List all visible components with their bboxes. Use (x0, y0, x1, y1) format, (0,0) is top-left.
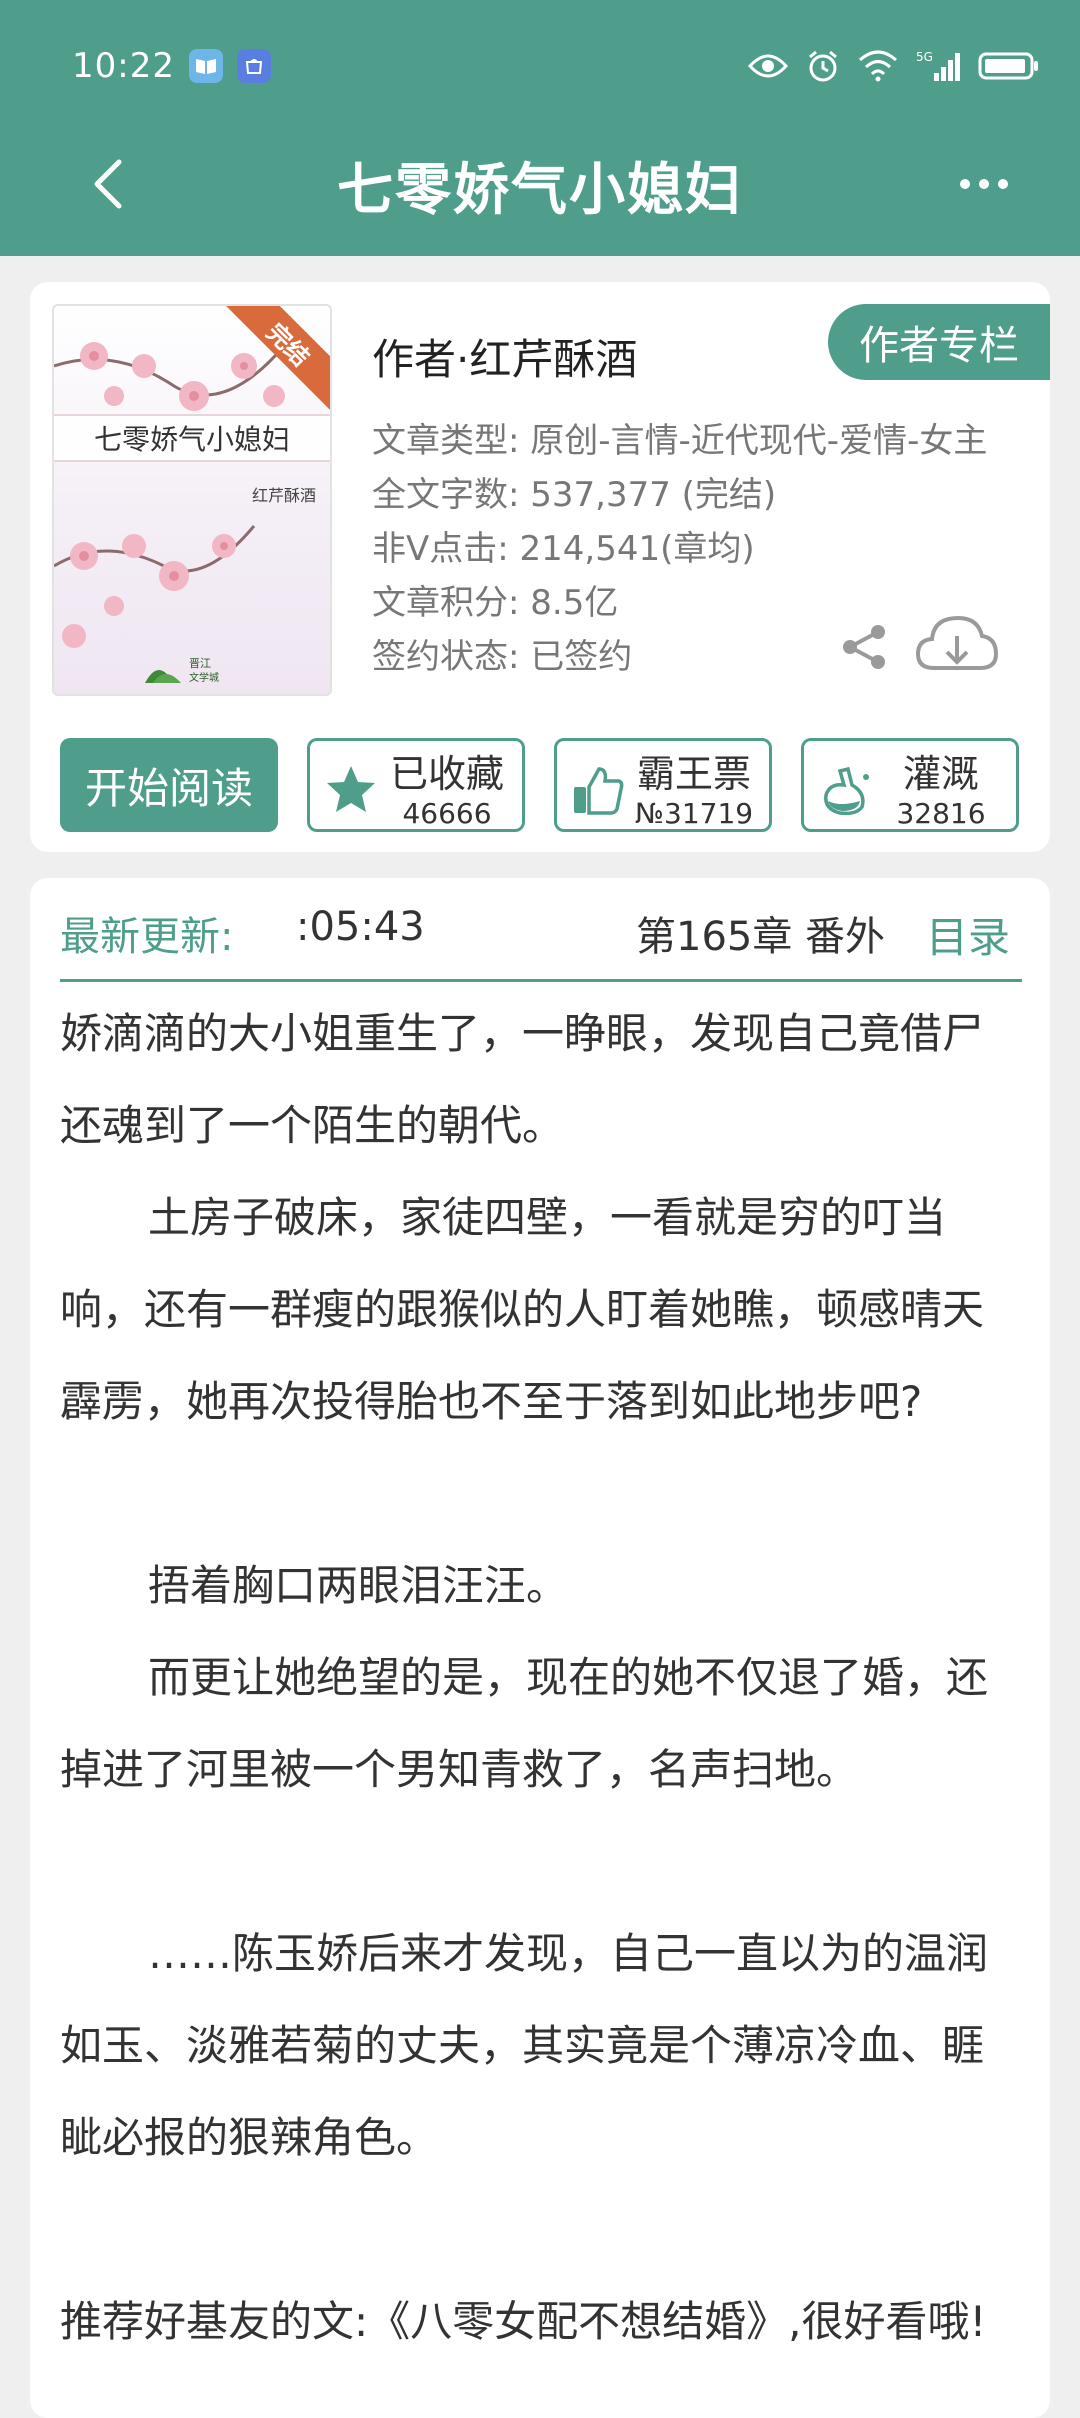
meta-genre: 文章类型: 原创-言情-近代现代-爱情-女主 (372, 421, 988, 461)
overlord-vote-button[interactable]: 霸王票 №31719 (554, 738, 772, 832)
cover-author: 红芹酥酒 (251, 486, 316, 505)
more-dots-icon (960, 179, 1008, 189)
vote-label: 霸王票 (636, 752, 751, 796)
synopsis-paragraph: 推荐好基友的文:《八零女配不想结婚》,很好看哦! (60, 2297, 987, 2346)
book-cover[interactable]: 七零娇气小媳妇 红芹酥酒 完结 晋江 文学城 (52, 304, 332, 696)
collect-button[interactable]: 已收藏 46666 (307, 738, 525, 832)
table-of-contents-button[interactable]: 目录 (926, 904, 1010, 965)
latest-chapter-title[interactable]: 第165章 番外 (636, 904, 906, 962)
irrigate-count: 32816 (896, 797, 986, 830)
shopping-app-icon (236, 49, 271, 83)
status-time: 10:22 (72, 46, 175, 86)
flask-icon (824, 766, 869, 816)
cover-title: 七零娇气小媳妇 (54, 414, 330, 462)
author-name[interactable]: 作者·红芹酥酒 (372, 326, 637, 387)
page-title: 七零娇气小媳妇 (337, 157, 743, 223)
eye-icon (748, 54, 788, 78)
svg-text:5G: 5G (916, 50, 933, 64)
synopsis-blank-line (60, 1448, 1022, 1540)
book-info-card: 七零娇气小媳妇 红芹酥酒 完结 晋江 文学城 作者·红芹酥酒 作者专栏 文章类型:… (30, 282, 1050, 852)
collect-label: 已收藏 (389, 752, 504, 796)
nav-bar: 七零娇气小媳妇 (0, 130, 1080, 240)
thumbs-up-icon (574, 767, 624, 815)
book-app-icon (188, 49, 223, 83)
share-icon[interactable] (840, 622, 890, 672)
synopsis-blank-line (60, 2184, 1022, 2276)
star-icon (327, 766, 375, 812)
chevron-left-icon (94, 159, 122, 209)
cloud-download-icon[interactable] (914, 612, 1000, 682)
synopsis-card: 最新更新: :05:43 第165章 番外 目录 娇滴滴的大小姐重生了，一睁眼，… (30, 878, 1050, 2418)
irrigate-label: 灌溉 (902, 752, 979, 796)
synopsis-paragraph: 土房子破床，家徒四壁，一看就是穷的叮当响，还有一群瘦的跟猴似的人盯着她瞧，顿感晴… (60, 1193, 985, 1426)
latest-update-time: :05:43 (296, 904, 425, 950)
start-reading-button[interactable]: 开始阅读 (60, 738, 278, 832)
publisher-logo: 晋江 文学城 (134, 650, 254, 686)
meta-clicks: 非V点击: 214,541(章均) (372, 529, 755, 569)
battery-icon (978, 52, 1038, 80)
latest-update-label: 最新更新: (60, 914, 234, 960)
svg-text:晋江: 晋江 (189, 657, 211, 670)
synopsis-paragraph: ……陈玉娇后来才发现，自己一直以为的温润如玉、淡雅若菊的丈夫，其实竟是个薄凉冷血… (60, 1929, 989, 2162)
signal-5g-icon: 5G (916, 50, 960, 81)
synopsis-blank-line (60, 1816, 1022, 1908)
synopsis-paragraph: 而更让她绝望的是，现在的她不仅退了婚，还掉进了河里被一个男知青救了，名声扫地。 (60, 1653, 989, 1794)
synopsis-text: 娇滴滴的大小姐重生了，一睁眼，发现自己竟借尸还魂到了一个陌生的朝代。土房子破床，… (60, 988, 1022, 2368)
svg-text:文学城: 文学城 (189, 671, 219, 684)
irrigate-button[interactable]: 灌溉 32816 (801, 738, 1019, 832)
back-button[interactable] (78, 154, 138, 214)
synopsis-paragraph: 捂着胸口两眼泪汪汪。 (148, 1561, 569, 1610)
author-column-button[interactable]: 作者专栏 (828, 304, 1050, 380)
more-button[interactable] (944, 154, 1024, 214)
synopsis-paragraph: 娇滴滴的大小姐重生了，一睁眼，发现自己竟借尸还魂到了一个陌生的朝代。 (60, 1009, 985, 1150)
status-bar: 10:22 5G (0, 36, 1080, 96)
vote-count: №31719 (634, 797, 754, 830)
collect-count: 46666 (402, 797, 492, 830)
alarm-icon (809, 50, 837, 82)
top-bar: 10:22 5G 七零娇气小媳妇 (0, 0, 1080, 256)
latest-update-row[interactable]: 最新更新: :05:43 第165章 番外 目录 (60, 878, 1022, 982)
meta-word-count: 全文字数: 537,377 (完结) (372, 475, 777, 515)
action-buttons: 开始阅读 已收藏 46666 霸王票 №31719 灌溉 32816 (60, 738, 1040, 834)
wifi-icon (859, 50, 897, 82)
